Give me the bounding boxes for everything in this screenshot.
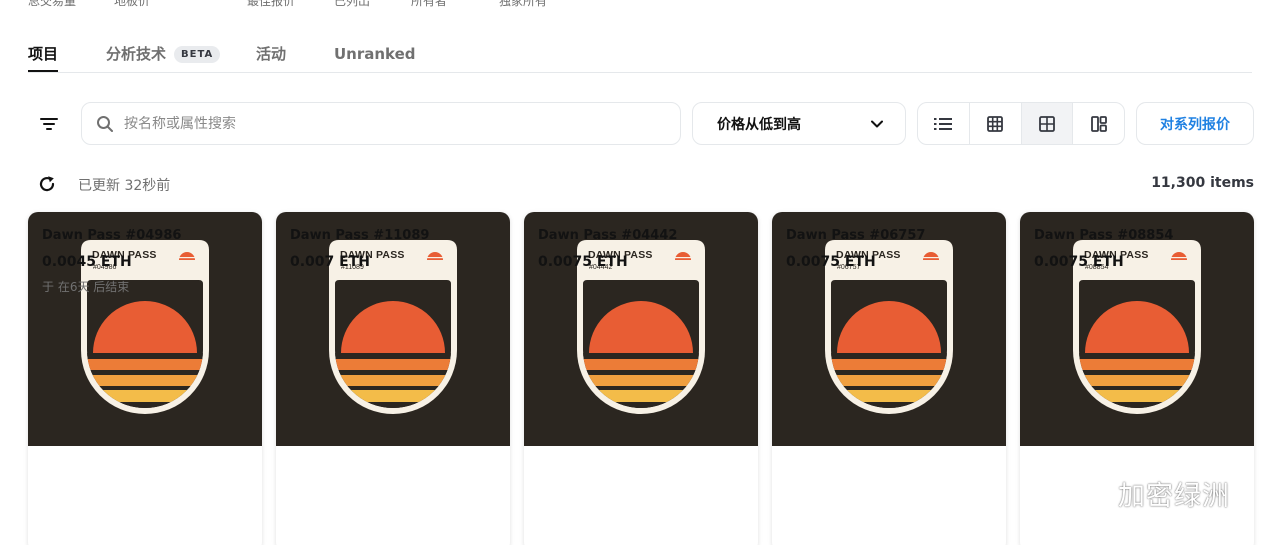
dawn-pass-artwork: [81, 240, 209, 414]
small-grid-view-button[interactable]: [970, 103, 1022, 144]
nft-card[interactable]: DAWN PASS #11089 Dawn Pass #11089 0.007 ETH: [276, 212, 510, 545]
sort-label: 价格从低到高: [717, 116, 801, 133]
tab-unranked[interactable]: Unranked: [334, 44, 416, 72]
nft-price: 0.0075 ETH: [538, 254, 628, 270]
nft-card[interactable]: DAWN PASS #06757 Dawn Pass #06757 0.0075 ET…: [772, 212, 1006, 545]
sort-dropdown[interactable]: 价格从低到高: [692, 102, 906, 145]
dawn-pass-artwork: [577, 240, 705, 414]
nft-card[interactable]: DAWN PASS #04442 Dawn Pass #04442 0.0075 ET…: [524, 212, 758, 545]
filter-button[interactable]: [28, 102, 70, 145]
nft-image: DAWN PASS #06757: [772, 212, 1006, 446]
results-status-row: 已更新 32秒前 11,300 items: [28, 172, 1254, 196]
nft-card[interactable]: DAWN PASS #04986 Dawn Pass #04986 0.0045 ET…: [28, 212, 262, 545]
chevron-down-icon: [871, 120, 883, 127]
items-toolbar: 价格从低到高: [28, 102, 1254, 145]
watermark: 加密绿洲: [1058, 474, 1230, 513]
nft-image: DAWN PASS #11089: [276, 212, 510, 446]
large-grid-view-button[interactable]: [1021, 103, 1074, 144]
dawn-pass-artwork: [1073, 240, 1201, 414]
list-icon: [934, 117, 953, 130]
nft-image: DAWN PASS #08854: [1020, 212, 1254, 446]
nft-name: Dawn Pass #06757: [786, 228, 926, 243]
collection-tabs: 项目 分析技术 BETA 活动 Unranked: [28, 44, 1252, 73]
tab-activity[interactable]: 活动: [256, 44, 286, 72]
beta-badge: BETA: [174, 46, 221, 63]
nft-name: Dawn Pass #08854: [1034, 228, 1174, 243]
stat-label: 独家所有: [499, 0, 548, 8]
nft-name: Dawn Pass #04986: [42, 228, 182, 243]
dawn-pass-artwork: [825, 240, 953, 414]
nft-price: 0.0075 ETH: [1034, 254, 1124, 270]
tab-items[interactable]: 项目: [28, 44, 59, 72]
tab-label: 活动: [256, 45, 287, 63]
nft-price: 0.007 ETH: [290, 254, 370, 270]
tab-analytics[interactable]: 分析技术 BETA: [106, 44, 221, 72]
stat-label: 总交易量: [28, 0, 77, 8]
watermark-text: 加密绿洲: [1118, 481, 1230, 512]
nft-image: DAWN PASS #04442: [524, 212, 758, 446]
stat-label: 所有者: [411, 0, 448, 8]
stat-label: 最佳报价: [247, 0, 296, 8]
list-view-button[interactable]: [918, 103, 970, 144]
nft-name: Dawn Pass #11089: [290, 228, 430, 243]
nft-price: 0.0045 ETH: [42, 254, 132, 270]
detail-view-button[interactable]: [1073, 103, 1124, 144]
detail-view-icon: [1090, 115, 1107, 132]
stat-label: 已列出: [334, 0, 371, 8]
grid-large-icon: [1038, 115, 1055, 132]
filter-icon: [40, 117, 58, 130]
view-mode-group: [917, 102, 1125, 145]
search-input[interactable]: [124, 115, 644, 132]
offer-button-label: 对系列报价: [1160, 116, 1230, 133]
tab-label: 项目: [28, 45, 59, 63]
search-icon: [97, 115, 113, 132]
nft-price: 0.0075 ETH: [786, 254, 876, 270]
grid-small-icon: [987, 115, 1004, 132]
search-box: [81, 102, 681, 145]
collection-offer-button[interactable]: 对系列报价: [1136, 102, 1254, 145]
nft-name: Dawn Pass #04442: [538, 228, 678, 243]
stat-label: 地板价: [114, 0, 151, 8]
nft-image: DAWN PASS #04986: [28, 212, 262, 446]
tab-label: Unranked: [334, 45, 416, 63]
dawn-pass-artwork: [329, 240, 457, 414]
wechat-icon: [1059, 477, 1107, 509]
refresh-icon[interactable]: [38, 175, 56, 193]
tab-label: 分析技术: [106, 45, 167, 63]
listing-expiry: 于 在6天 后结束: [42, 280, 130, 294]
last-updated-text: 已更新 32秒前: [78, 178, 171, 194]
item-count: 11,300 items: [1151, 175, 1254, 191]
